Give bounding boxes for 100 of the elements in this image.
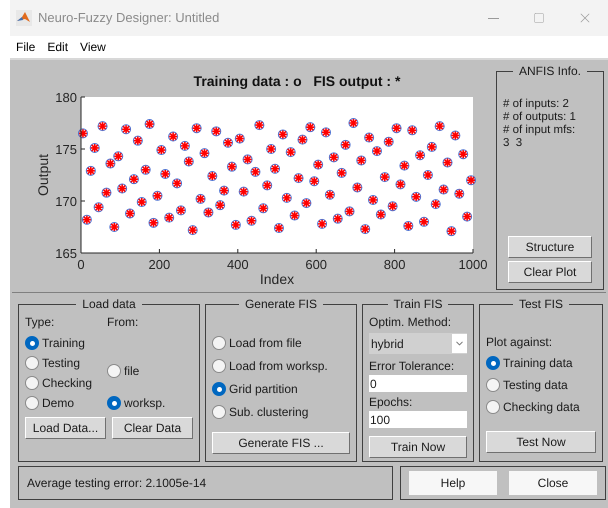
data-point [301, 198, 312, 208]
data-point [176, 205, 186, 216]
push-button[interactable]: Test Now [486, 431, 596, 453]
chevron-down-icon [452, 334, 467, 353]
window-title: Neuro-Fuzzy Designer: Untitled [38, 9, 220, 28]
data-point [324, 190, 335, 200]
data-point [294, 173, 304, 184]
data-point [168, 132, 178, 142]
axis-tick-label: 180 [55, 90, 77, 105]
radio-button[interactable]: Testing [25, 353, 107, 373]
data-point [348, 118, 358, 128]
method-dropdown[interactable]: hybrid [369, 333, 467, 354]
data-point [462, 212, 472, 222]
data-point [144, 119, 155, 130]
data-point [344, 206, 355, 216]
push-button[interactable]: Structure [508, 236, 592, 258]
data-point [82, 214, 92, 225]
data-point [399, 160, 410, 171]
data-point [86, 166, 96, 176]
group-title: Test FIS [518, 296, 564, 313]
data-point [278, 129, 288, 140]
data-point [254, 120, 264, 130]
radio-button[interactable]: Testing data [486, 375, 596, 395]
radio-button[interactable]: Training [25, 333, 107, 353]
group-title: Generate FIS [244, 296, 318, 313]
data-point [368, 194, 378, 205]
data-point [262, 180, 272, 190]
data-point [364, 132, 374, 143]
radio-button[interactable]: Checking data [486, 397, 596, 417]
data-point [266, 144, 276, 154]
radio-button[interactable]: Load from worksp. [212, 356, 350, 376]
push-button[interactable]: Clear Data [112, 417, 193, 439]
input-field[interactable]: 0 [369, 375, 467, 392]
data-point [136, 197, 147, 208]
radio-button[interactable]: Demo [25, 393, 107, 413]
menu-item[interactable]: File [16, 38, 36, 56]
data-point [121, 124, 132, 134]
field-label: From: [107, 314, 140, 331]
radio-button[interactable]: file [107, 361, 166, 381]
data-point [246, 216, 257, 226]
menu-item[interactable]: View [80, 38, 106, 56]
push-button[interactable]: Help [409, 471, 497, 495]
data-point [117, 184, 128, 194]
status-text: Average testing error: 2.1005e-14 [27, 475, 206, 492]
axis-tick-label: 0 [77, 257, 85, 272]
radio-button[interactable]: Grid partition [212, 379, 350, 399]
data-point [223, 138, 233, 148]
data-point [132, 136, 143, 146]
data-point [411, 192, 422, 202]
data-point [415, 150, 426, 160]
push-button[interactable]: Clear Plot [508, 261, 592, 283]
data-point [352, 182, 362, 192]
data-point [270, 164, 280, 174]
data-point [321, 127, 331, 138]
group-title: Load data [81, 296, 137, 313]
data-point [388, 201, 398, 212]
data-point [192, 123, 202, 134]
data-point [196, 194, 206, 204]
data-point [105, 158, 116, 169]
axis-label: Index [260, 271, 294, 287]
data-point [403, 220, 414, 231]
data-point [258, 203, 268, 214]
data-point [446, 226, 456, 236]
push-button[interactable]: Close [509, 471, 597, 495]
data-point [98, 121, 108, 132]
data-point [392, 123, 402, 134]
axis-tick-label: 1000 [458, 257, 488, 272]
data-point [250, 166, 260, 177]
info-text: 3 3 [503, 137, 524, 150]
radio-button[interactable]: Load from file [212, 333, 350, 353]
data-point [230, 220, 241, 230]
data-point [360, 224, 370, 234]
data-point [442, 158, 453, 168]
data-point [395, 179, 406, 190]
data-point [376, 210, 386, 220]
data-point [332, 214, 343, 224]
input-field[interactable]: 100 [369, 411, 467, 428]
axis-tick-label: 800 [384, 257, 406, 272]
radio-button[interactable]: worksp. [107, 393, 166, 413]
group-title: Train FIS [392, 296, 444, 313]
data-point [356, 155, 366, 166]
data-point [219, 186, 230, 196]
radio-button[interactable]: Training data [486, 353, 596, 373]
data-point [156, 145, 166, 156]
data-point [199, 148, 210, 158]
app-icon [16, 10, 32, 26]
axis-tick-label: 175 [55, 142, 77, 157]
data-point [234, 134, 245, 144]
data-point [125, 208, 135, 218]
data-point [419, 216, 429, 227]
push-button[interactable]: Generate FIS ... [212, 432, 350, 454]
radio-button[interactable]: Sub. clustering [212, 402, 350, 422]
radio-button[interactable]: Checking [25, 373, 107, 393]
push-button[interactable]: Load Data... [25, 417, 106, 439]
data-point [203, 207, 214, 218]
menu-item[interactable]: Edit [47, 38, 68, 56]
data-point [180, 140, 190, 151]
axis-tick-label: 200 [148, 257, 170, 272]
data-point [152, 190, 162, 201]
push-button[interactable]: Train Now [369, 436, 467, 458]
